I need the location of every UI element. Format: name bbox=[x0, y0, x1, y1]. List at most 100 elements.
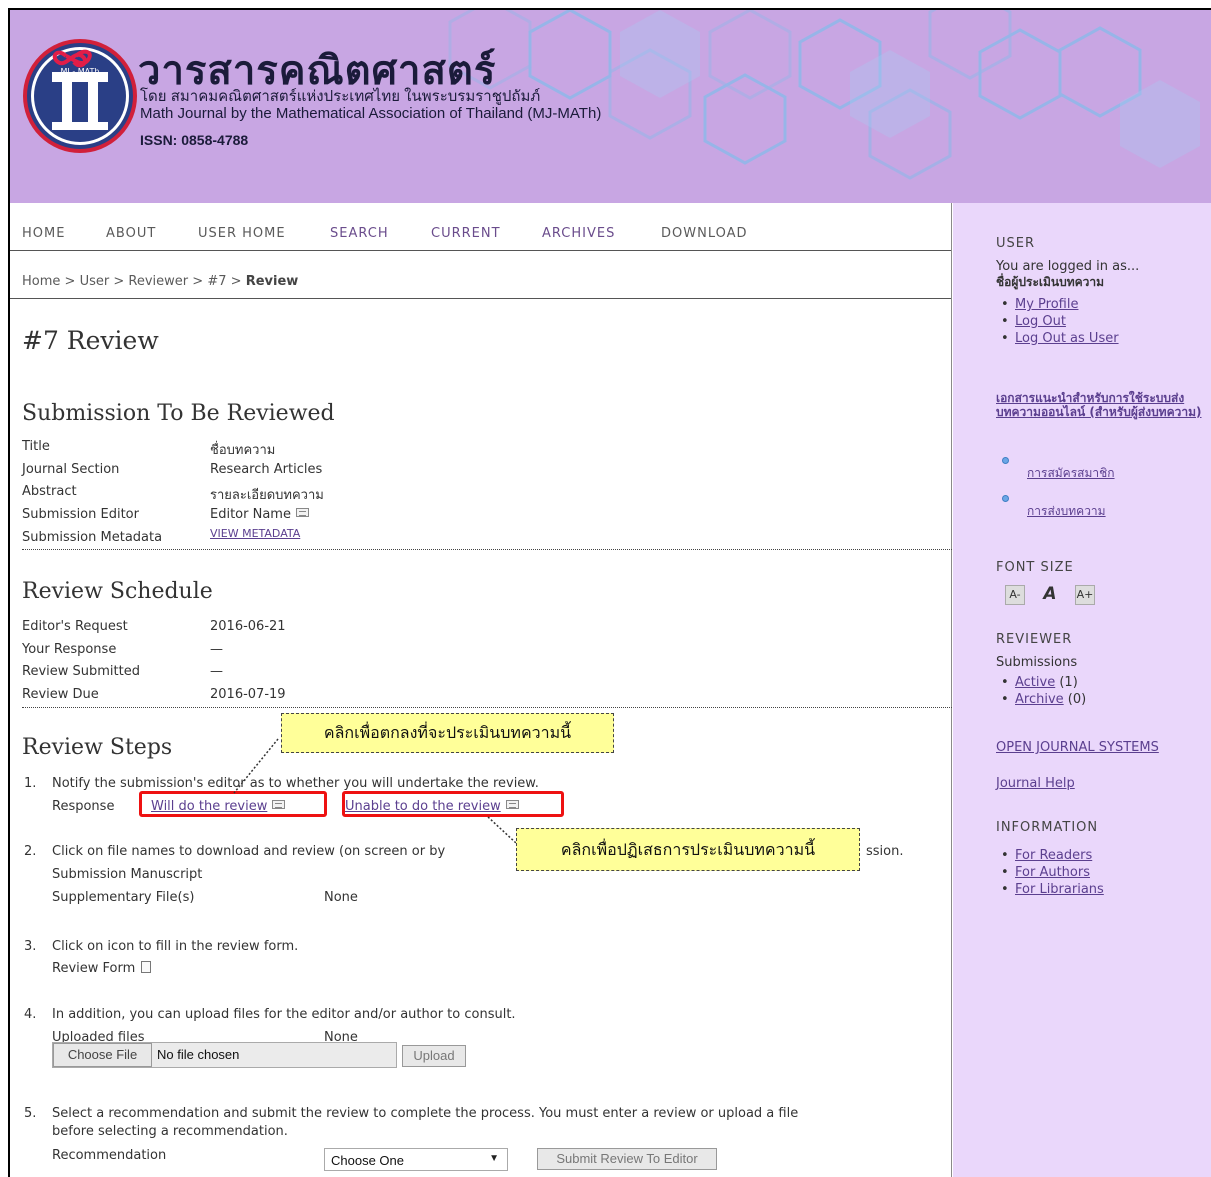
email-icon bbox=[272, 800, 286, 809]
breadcrumb-bar: Home > User > Reviewer > #7 > Review bbox=[10, 251, 951, 299]
step2-manuscript: Submission Manuscript bbox=[52, 867, 203, 882]
font-increase-icon[interactable]: A+ bbox=[1075, 585, 1095, 605]
nav-current[interactable]: CURRENT bbox=[431, 226, 501, 241]
step2-text-end: ssion. bbox=[866, 844, 904, 859]
choose-file-button[interactable]: Choose File bbox=[53, 1043, 152, 1067]
title-label: Title bbox=[22, 439, 50, 454]
steps-heading: Review Steps bbox=[22, 735, 173, 760]
section-label: Journal Section bbox=[22, 462, 120, 477]
step3-number: 3. bbox=[24, 939, 37, 954]
email-icon[interactable] bbox=[295, 508, 309, 517]
breadcrumb-home[interactable]: Home bbox=[22, 274, 60, 289]
for-authors-link[interactable]: For Authors bbox=[1015, 865, 1090, 880]
nav-archives[interactable]: ARCHIVES bbox=[542, 226, 615, 241]
breadcrumb-separator: > bbox=[192, 274, 204, 289]
email-icon bbox=[505, 800, 519, 809]
submissions-label: Submissions bbox=[996, 655, 1078, 670]
journal-logo bbox=[23, 39, 137, 153]
step1-text: Notify the submission's editor as to whe… bbox=[52, 776, 539, 791]
due-value: 2016-07-19 bbox=[210, 687, 286, 702]
recommendation-select[interactable]: Choose One ▼ bbox=[324, 1148, 508, 1171]
request-value: 2016-06-21 bbox=[210, 619, 286, 634]
main-content: HOME ABOUT USER HOME SEARCH CURRENT ARCH… bbox=[10, 203, 952, 1177]
review-form-label: Review Form bbox=[52, 961, 152, 976]
bullet-icon bbox=[1002, 495, 1009, 502]
journal-help-link[interactable]: Journal Help bbox=[996, 776, 1075, 791]
file-chooser[interactable]: Choose File No file chosen bbox=[52, 1042, 397, 1068]
submit-review-button[interactable]: Submit Review To Editor bbox=[537, 1148, 717, 1170]
breadcrumb: Home > User > Reviewer > #7 > Review bbox=[22, 274, 298, 289]
for-librarians-link[interactable]: For Librarians bbox=[1015, 882, 1104, 897]
font-size-heading: FONT SIZE bbox=[996, 560, 1074, 575]
editor-name: Editor Name bbox=[210, 507, 291, 522]
breadcrumb-separator: > bbox=[113, 274, 125, 289]
unable-to-review-link[interactable]: Unable to do the review bbox=[345, 799, 519, 814]
due-label: Review Due bbox=[22, 687, 99, 702]
bullet-icon bbox=[1002, 457, 1009, 464]
divider bbox=[22, 707, 952, 708]
editor-label: Submission Editor bbox=[22, 507, 139, 522]
logo-text: MJ - MATh bbox=[60, 67, 100, 76]
submit-article-link[interactable]: การส่งบทความ bbox=[1027, 502, 1106, 521]
section-value: Research Articles bbox=[210, 462, 323, 477]
chevron-down-icon: ▼ bbox=[489, 1153, 499, 1164]
log-out-link[interactable]: Log Out bbox=[1015, 314, 1066, 329]
abstract-value: รายละเอียดบทความ bbox=[210, 488, 324, 503]
nav-home[interactable]: HOME bbox=[22, 226, 65, 241]
divider bbox=[22, 549, 952, 550]
response-label: Your Response bbox=[22, 642, 117, 657]
nav-search[interactable]: SEARCH bbox=[330, 226, 389, 241]
nav-user-home[interactable]: USER HOME bbox=[198, 226, 286, 241]
step1-response-label: Response bbox=[52, 799, 115, 814]
top-navigation: HOME ABOUT USER HOME SEARCH CURRENT ARCH… bbox=[10, 203, 951, 251]
breadcrumb-id[interactable]: #7 bbox=[207, 274, 226, 289]
request-label: Editor's Request bbox=[22, 619, 128, 634]
nav-about[interactable]: ABOUT bbox=[106, 226, 156, 241]
for-readers-link[interactable]: For Readers bbox=[1015, 848, 1092, 863]
step4-number: 4. bbox=[24, 1007, 37, 1022]
register-link[interactable]: การสมัครสมาชิก bbox=[1027, 464, 1115, 483]
recommendation-selected: Choose One bbox=[331, 1153, 404, 1168]
guide-docs-link[interactable]: เอกสารแนะนำสำหรับการใช้ระบบส่งบทความออนไ… bbox=[996, 391, 1208, 419]
accept-callout: คลิกเพื่อตกลงที่จะประเมินบทความนี้ bbox=[281, 713, 614, 753]
view-metadata-link[interactable]: VIEW METADATA bbox=[210, 527, 300, 540]
username: ชื่อผู้ประเมินบทความ bbox=[996, 275, 1105, 289]
recommendation-label: Recommendation bbox=[52, 1148, 167, 1163]
response-value: — bbox=[210, 642, 223, 657]
schedule-heading: Review Schedule bbox=[22, 579, 213, 604]
review-form-icon[interactable] bbox=[141, 961, 152, 973]
submission-heading: Submission To Be Reviewed bbox=[22, 401, 335, 426]
sidebar: USER You are logged in as... ชื่อผู้ประเ… bbox=[953, 203, 1211, 1177]
information-heading: INFORMATION bbox=[996, 820, 1099, 835]
site-header: MJ - MATh วารสารคณิตศาสตร์ โดย สมาคมคณิต… bbox=[10, 10, 1211, 203]
site-subtitle-english: Math Journal by the Mathematical Associa… bbox=[140, 105, 602, 122]
step2-number: 2. bbox=[24, 844, 37, 859]
breadcrumb-current: Review bbox=[245, 274, 299, 289]
review-form-text: Review Form bbox=[52, 961, 136, 976]
page-title: #7 Review bbox=[22, 326, 159, 355]
unable-to-review-label: Unable to do the review bbox=[345, 799, 501, 814]
ojs-link[interactable]: OPEN JOURNAL SYSTEMS bbox=[996, 740, 1159, 755]
my-profile-link[interactable]: My Profile bbox=[1015, 297, 1078, 312]
log-out-as-user-link[interactable]: Log Out as User bbox=[1015, 331, 1119, 346]
step5-text: Select a recommendation and submit the r… bbox=[52, 1106, 799, 1121]
step1-number: 1. bbox=[24, 776, 37, 791]
upload-button[interactable]: Upload bbox=[402, 1045, 466, 1067]
step5-text-continued: before selecting a recommendation. bbox=[52, 1124, 288, 1139]
active-link[interactable]: Active bbox=[1015, 675, 1055, 690]
step2-text: Click on file names to download and revi… bbox=[52, 844, 446, 859]
active-count: (1) bbox=[1059, 675, 1078, 690]
user-heading: USER bbox=[996, 236, 1036, 251]
nav-download[interactable]: DOWNLOAD bbox=[661, 226, 748, 241]
file-status: No file chosen bbox=[157, 1047, 240, 1062]
font-default-icon[interactable]: A bbox=[1040, 585, 1060, 605]
archive-link[interactable]: Archive bbox=[1015, 692, 1064, 707]
font-decrease-icon[interactable]: A- bbox=[1005, 585, 1025, 605]
step5-number: 5. bbox=[24, 1106, 37, 1121]
breadcrumb-reviewer[interactable]: Reviewer bbox=[128, 274, 188, 289]
will-do-review-link[interactable]: Will do the review bbox=[151, 799, 286, 814]
title-value: ชื่อบทความ bbox=[210, 443, 276, 458]
step2-supp-value: None bbox=[324, 890, 358, 905]
logged-in-text: You are logged in as... bbox=[996, 259, 1140, 274]
breadcrumb-user[interactable]: User bbox=[80, 274, 110, 289]
